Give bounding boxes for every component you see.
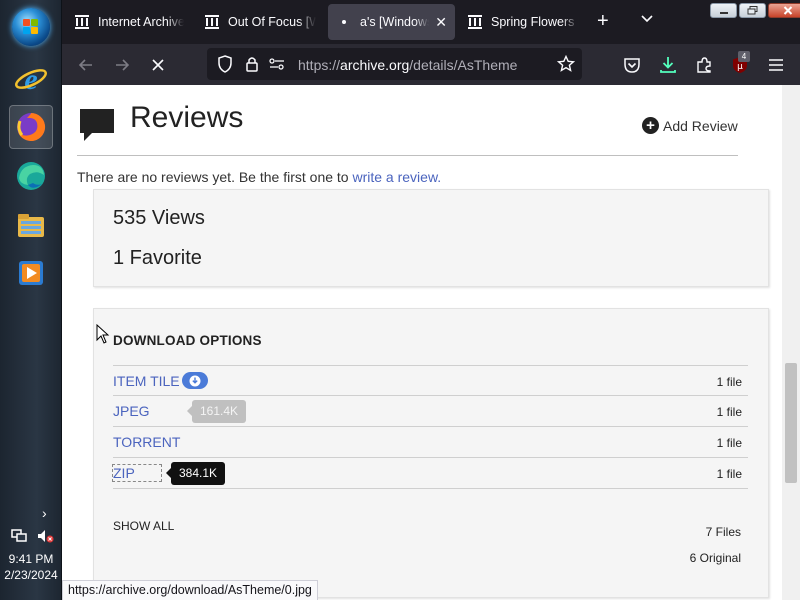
tab-title: Spring Flowers [\ [491,15,579,29]
firefox-icon[interactable] [9,105,53,149]
file-explorer-icon[interactable] [9,203,53,247]
page-content: Reviews + Add Review There are no review… [62,85,782,600]
list-all-tabs-chevron-icon[interactable] [640,12,654,26]
loading-icon [336,14,352,30]
lock-icon[interactable] [242,54,262,74]
window-controls [710,3,800,18]
internet-explorer-icon[interactable]: e [9,57,53,101]
network-icon[interactable] [10,528,28,544]
mouse-cursor-icon [96,324,110,344]
edge-icon[interactable] [9,154,53,198]
tab-strip: Internet Archive Out Of Focus [W a's [Wi… [62,0,800,44]
hamburger-menu-icon[interactable] [766,55,786,75]
url-path: /details/AsTheme [409,57,518,73]
favorites-count: 1 Favorite [113,247,202,269]
downloads-icon[interactable] [658,55,678,75]
windows-taskbar: e › 9:41 PM 2/23/2024 [0,0,62,600]
svg-text:μ: μ [737,62,743,72]
clock-time: 9:41 PM [8,552,54,566]
speech-bubble-icon [80,109,114,141]
file-size-tooltip: 384.1K [165,462,226,485]
download-link-torrent[interactable]: TORRENT [113,434,180,450]
navigation-toolbar: https://archive.org/details/AsTheme μ 4 [62,44,800,85]
download-row-torrent: TORRENT 1 file [113,427,748,458]
page-scrollbar[interactable] [782,85,800,600]
close-window-button[interactable] [768,3,800,18]
windows-logo-icon [23,19,39,35]
media-player-icon[interactable] [9,251,53,295]
no-reviews-text: There are no reviews yet. Be the first o… [77,169,353,185]
download-row-zip: ZIP 384.1K 1 file [112,458,748,489]
new-tab-plus-icon[interactable]: + [597,10,609,32]
minimize-button[interactable] [710,3,737,18]
file-size-tooltip: 161.4K [186,400,247,423]
tab-spring-flowers[interactable]: Spring Flowers [\ [459,4,587,40]
item-stats-panel: 535 Views 1 Favorite [93,189,769,287]
download-row-item-tile: ITEM TILE 1 file [113,365,748,396]
download-row-jpeg: JPEG 161.4K 1 file [113,396,748,427]
url-text: https://archive.org/details/AsTheme [298,57,517,73]
address-bar[interactable]: https://archive.org/details/AsTheme [207,48,582,80]
file-count: 1 file [716,405,742,419]
back-arrow-icon[interactable] [76,55,96,75]
download-options-panel: DOWNLOAD OPTIONS ITEM TILE 1 file JPEG 1… [93,308,769,598]
write-review-link[interactable]: write a review. [352,169,441,185]
link-status-bar: https://archive.org/download/AsTheme/0.j… [62,580,318,600]
file-count: 1 file [716,436,742,450]
close-tab-icon[interactable]: ✕ [435,14,447,31]
tab-out-of-focus[interactable]: Out Of Focus [W [196,4,324,40]
download-link-zip[interactable]: ZIP [112,464,162,482]
total-files: 7 Files [705,525,741,539]
add-review-label: Add Review [663,117,738,134]
download-link-item-tile[interactable]: ITEM TILE [113,373,180,389]
tab-title: a's [Windows [360,15,430,29]
bookmark-star-icon[interactable] [556,54,576,74]
tracking-protection-shield-icon[interactable] [215,54,235,74]
extensions-puzzle-icon[interactable] [694,55,714,75]
tab-title: Internet Archive [98,15,184,29]
archive-icon [467,14,483,30]
views-count: 535 Views [113,207,205,229]
divider [77,155,738,156]
url-scheme: https:// [298,57,341,73]
archive-icon [74,14,90,30]
svg-text:e: e [24,63,37,96]
download-circle-icon[interactable] [182,372,208,389]
file-count: 1 file [716,375,742,389]
show-hidden-icons-icon[interactable]: › [42,505,47,521]
system-clock[interactable]: 9:41 PM 2/23/2024 [0,551,62,583]
restore-button[interactable] [739,3,766,18]
ublock-badge-count: 4 [738,51,750,62]
permissions-icon[interactable] [267,54,287,74]
scrollbar-thumb[interactable] [785,363,797,483]
stop-loading-icon[interactable] [148,55,168,75]
original-files: 6 Original [689,551,741,565]
reviews-heading: Reviews [130,101,244,134]
add-review-button[interactable]: + Add Review [642,117,738,134]
download-options-heading: DOWNLOAD OPTIONS [113,333,262,348]
show-all-link[interactable]: SHOW ALL [113,519,174,533]
url-host: archive.org [340,57,410,73]
file-count: 1 file [716,467,742,481]
volume-muted-icon[interactable] [36,528,54,544]
no-reviews-message: There are no reviews yet. Be the first o… [77,169,441,185]
archive-icon [204,14,220,30]
plus-circle-icon: + [642,117,659,134]
clock-date: 2/23/2024 [4,568,58,582]
tab-title: Out Of Focus [W [228,15,316,29]
forward-arrow-icon[interactable] [112,55,132,75]
pocket-icon[interactable] [622,55,642,75]
download-link-jpeg[interactable]: JPEG [113,403,150,419]
tab-as-windows-theme[interactable]: a's [Windows ✕ [328,4,455,40]
tab-internet-archive[interactable]: Internet Archive [66,4,192,40]
start-button[interactable] [12,8,50,46]
